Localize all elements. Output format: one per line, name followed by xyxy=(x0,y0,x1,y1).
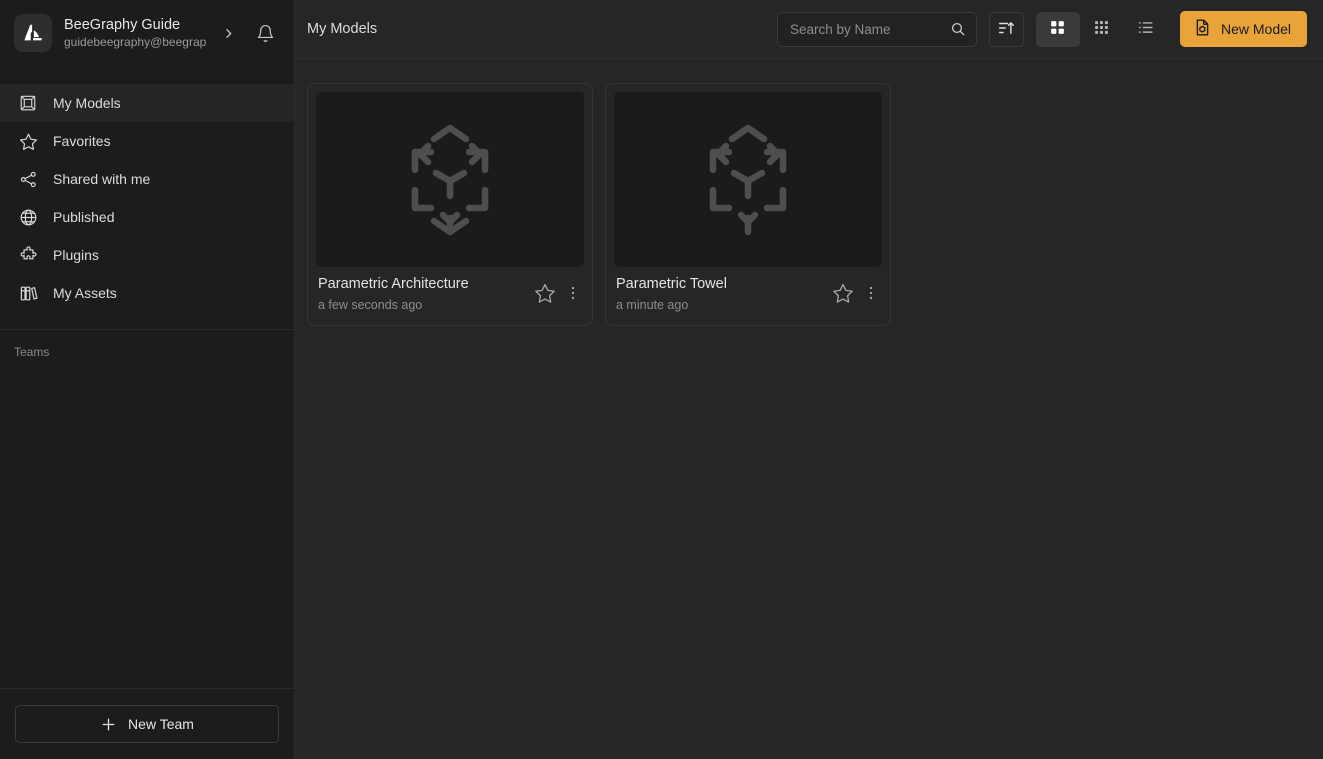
sidebar-item-favorites[interactable]: Favorites xyxy=(0,122,294,160)
cube-frame-icon xyxy=(18,93,38,113)
model-thumbnail xyxy=(614,92,882,267)
plus-icon xyxy=(100,716,117,733)
new-team-container: New Team xyxy=(0,688,294,759)
sidebar-item-label: My Models xyxy=(53,95,121,111)
favorite-button[interactable] xyxy=(830,281,856,307)
search-icon[interactable] xyxy=(950,21,966,37)
account-email: guidebeegraphy@beegrap xyxy=(64,34,206,49)
sidebar-item-label: Favorites xyxy=(53,133,111,149)
page-title: My Models xyxy=(307,20,378,37)
books-icon xyxy=(18,283,38,303)
model-card[interactable]: Parametric Architecture a few seconds ag… xyxy=(307,83,593,326)
beegraphy-logo-icon xyxy=(24,24,42,41)
new-team-button[interactable]: New Team xyxy=(15,705,279,743)
model-card-footer: Parametric Towel a minute ago xyxy=(614,267,882,317)
bell-icon xyxy=(257,24,273,42)
account-text: BeeGraphy Guide guidebeegraphy@beegrap xyxy=(64,17,206,50)
model-card-grid: Parametric Architecture a few seconds ag… xyxy=(307,83,1323,326)
sidebar: BeeGraphy Guide guidebeegraphy@beegrap M… xyxy=(0,0,295,759)
new-team-label: New Team xyxy=(128,716,194,732)
sidebar-item-label: My Assets xyxy=(53,285,117,301)
sidebar-item-shared-with-me[interactable]: Shared with me xyxy=(0,160,294,198)
sidebar-item-label: Shared with me xyxy=(53,171,151,187)
model-title: Parametric Architecture xyxy=(318,276,469,292)
model-menu-button[interactable] xyxy=(862,281,880,307)
sidebar-item-my-models[interactable]: My Models xyxy=(0,84,294,122)
sidebar-item-label: Published xyxy=(53,209,115,225)
model-timestamp: a few seconds ago xyxy=(318,298,423,312)
kebab-menu-icon xyxy=(564,284,582,305)
app-root: BeeGraphy Guide guidebeegraphy@beegrap M… xyxy=(0,0,1323,759)
model-card-footer: Parametric Architecture a few seconds ag… xyxy=(316,267,584,317)
view-mode-grid-large-button[interactable] xyxy=(1035,11,1080,47)
sidebar-nav: My Models Favorites Shared with me Publi… xyxy=(0,66,294,312)
kebab-menu-icon xyxy=(862,284,880,305)
grid-3x3-icon xyxy=(1093,19,1110,39)
puzzle-piece-icon xyxy=(18,245,38,265)
account-name: BeeGraphy Guide xyxy=(64,16,181,33)
star-outline-icon xyxy=(832,282,854,307)
favorite-button[interactable] xyxy=(532,281,558,307)
search-box[interactable] xyxy=(776,11,977,47)
app-logo xyxy=(14,14,52,52)
sidebar-item-published[interactable]: Published xyxy=(0,198,294,236)
sidebar-item-plugins[interactable]: Plugins xyxy=(0,236,294,274)
sidebar-item-my-assets[interactable]: My Assets xyxy=(0,274,294,312)
chevron-right-icon xyxy=(225,28,231,38)
grid-2x2-icon xyxy=(1049,19,1066,39)
model-card-meta: Parametric Architecture a few seconds ag… xyxy=(318,271,532,313)
search-input[interactable] xyxy=(789,21,950,37)
view-mode-list-button[interactable] xyxy=(1124,12,1168,47)
notifications-button[interactable] xyxy=(250,18,280,48)
new-model-label: New Model xyxy=(1220,21,1291,37)
model-menu-button[interactable] xyxy=(564,281,582,307)
topbar: My Models Search by Name New Model xyxy=(295,0,1323,59)
models-content: Parametric Architecture a few seconds ag… xyxy=(295,59,1323,759)
main-area: My Models Search by Name New Model Param… xyxy=(295,0,1323,759)
share-nodes-icon xyxy=(18,169,38,189)
model-card[interactable]: Parametric Towel a minute ago xyxy=(605,83,891,326)
model-thumbnail xyxy=(316,92,584,267)
model-card-meta: Parametric Towel a minute ago xyxy=(616,271,830,313)
model-card-actions xyxy=(830,277,880,307)
sort-ascending-icon xyxy=(997,19,1015,40)
sidebar-item-label: Plugins xyxy=(53,247,99,263)
model-title: Parametric Towel xyxy=(616,276,727,292)
account-expand-button[interactable] xyxy=(218,27,238,40)
view-mode-group xyxy=(1035,11,1168,47)
model-card-actions xyxy=(532,277,582,307)
view-mode-grid-small-button[interactable] xyxy=(1080,12,1124,47)
teams-section-label: Teams xyxy=(14,345,50,359)
globe-icon xyxy=(18,207,38,227)
model-timestamp: a minute ago xyxy=(616,298,689,312)
cube-placeholder-icon xyxy=(709,124,787,235)
list-icon xyxy=(1137,19,1154,39)
file-cube-icon xyxy=(1193,18,1212,40)
star-icon xyxy=(18,131,38,151)
star-outline-icon xyxy=(534,282,556,307)
account-switcher[interactable]: BeeGraphy Guide guidebeegraphy@beegrap xyxy=(0,0,294,66)
cube-placeholder-icon xyxy=(411,124,489,235)
sort-button[interactable] xyxy=(988,11,1024,47)
topbar-controls: New Model xyxy=(776,11,1307,47)
new-model-button[interactable]: New Model xyxy=(1179,11,1307,47)
